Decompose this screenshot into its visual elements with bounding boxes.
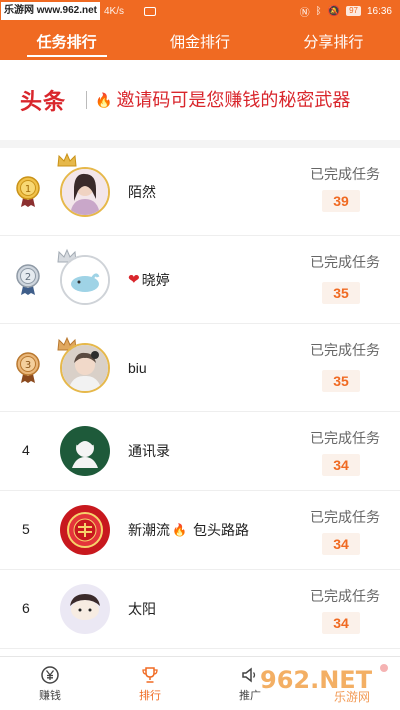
svg-text:1: 1: [25, 184, 31, 195]
watermark-label: 乐游网 www.962.net: [1, 2, 100, 20]
nav-earn[interactable]: 赚钱: [0, 657, 100, 710]
ranking-row[interactable]: 3 biu 已完成任务 35: [0, 324, 400, 412]
silver-medal-icon: 2: [16, 263, 40, 295]
svg-text:2: 2: [25, 272, 31, 283]
user-name: ❤ 晓婷: [128, 271, 170, 288]
headline-text: 邀请码可是您赚钱的秘密武器: [116, 90, 351, 110]
ranking-list: 1 陌然 已完成任务 39 2 ❤ 晓婷 已完成任务 35 3 biu 已完成任…: [0, 148, 400, 649]
rank-number: 4: [22, 442, 30, 458]
task-count-badge: 34: [322, 454, 360, 476]
ranking-row[interactable]: 1 陌然 已完成任务 39: [0, 148, 400, 236]
user-name: 新潮流 🔥 包头路路: [128, 522, 249, 538]
network-speed: 4K/s: [103, 5, 124, 17]
headline-logo: 头条: [20, 89, 67, 114]
svg-text:3: 3: [25, 360, 31, 371]
user-name: biu: [128, 359, 147, 376]
avatar[interactable]: [60, 584, 110, 634]
avatar[interactable]: [60, 254, 110, 305]
site-watermark-logo: 962.NET 乐游网: [260, 664, 388, 704]
avatar[interactable]: [60, 342, 110, 393]
gold-crown-icon: [57, 152, 77, 167]
task-count-badge: 35: [322, 370, 360, 392]
user-name: 太阳: [128, 601, 156, 617]
clock: 16:36: [366, 5, 392, 17]
completed-label: 已完成任务: [310, 342, 380, 358]
heart-icon: ❤: [128, 271, 140, 287]
mute-icon: 🔕: [327, 5, 341, 17]
notification-icon: [144, 6, 156, 16]
tab-share-ranking[interactable]: 分享排行: [267, 22, 400, 60]
fire-icon: 🔥: [172, 523, 187, 537]
status-bar: 乐游网 www.962.net 4K/s Ⓝ ᛒ 🔕 97 16:36: [0, 0, 400, 22]
ranking-row[interactable]: 2 ❤ 晓婷 已完成任务 35: [0, 236, 400, 324]
task-count-badge: 34: [322, 612, 360, 634]
avatar[interactable]: [60, 505, 110, 555]
ranking-row[interactable]: 5 新潮流 🔥 包头路路 已完成任务 34: [0, 491, 400, 570]
nav-label: 排行: [139, 689, 161, 702]
fire-icon: 🔥: [95, 91, 113, 108]
user-name: 陌然: [128, 183, 156, 200]
tab-task-ranking[interactable]: 任务排行: [0, 22, 133, 60]
tab-commission-ranking[interactable]: 佣金排行: [133, 22, 266, 60]
avatar[interactable]: [60, 166, 110, 217]
completed-label: 已完成任务: [310, 254, 380, 270]
trophy-icon: [142, 666, 158, 683]
yen-icon: [41, 665, 59, 684]
user-name: 通讯录: [128, 443, 170, 459]
completed-label: 已完成任务: [310, 430, 380, 446]
bluetooth-icon: ᛒ: [315, 5, 322, 17]
section-gap: [0, 140, 400, 148]
divider: [86, 91, 87, 109]
gold-medal-icon: 1: [16, 175, 40, 207]
ranking-tabs: 任务排行 佣金排行 分享排行: [0, 22, 400, 60]
nfc-icon: Ⓝ: [299, 7, 310, 19]
status-icons: Ⓝ ᛒ 🔕 97 16:36: [300, 4, 400, 19]
ranking-row[interactable]: 4 通讯录 已完成任务 34: [0, 412, 400, 491]
completed-label: 已完成任务: [310, 509, 380, 525]
completed-label: 已完成任务: [310, 166, 380, 182]
rank-number: 5: [22, 521, 30, 537]
task-count-badge: 39: [322, 190, 360, 212]
bronze-medal-icon: 3: [16, 351, 40, 383]
nav-ranking[interactable]: 排行: [100, 657, 200, 710]
battery-icon: 97: [346, 6, 361, 16]
task-count-badge: 35: [322, 282, 360, 304]
watermark-sub: 乐游网: [334, 690, 370, 704]
avatar[interactable]: [60, 426, 110, 476]
task-count-badge: 34: [322, 533, 360, 555]
nav-label: 赚钱: [39, 689, 61, 702]
completed-label: 已完成任务: [310, 588, 380, 604]
ranking-row[interactable]: 6 太阳 已完成任务 34: [0, 570, 400, 649]
headline-banner[interactable]: 头条 🔥 邀请码可是您赚钱的秘密武器: [0, 60, 400, 140]
rank-number: 6: [22, 600, 30, 616]
